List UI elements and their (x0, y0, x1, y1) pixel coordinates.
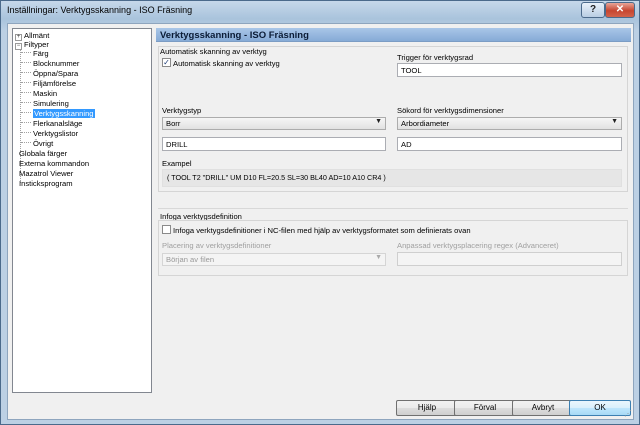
chevron-down-icon: ▼ (611, 118, 618, 125)
chevron-down-icon: ▼ (375, 254, 382, 261)
section-divider (158, 208, 628, 209)
tree-item-label: Globala färger (19, 149, 68, 158)
placement-label: Placering av verktygsdefinitioner (162, 241, 272, 250)
settings-page: Verktygsskanning - ISO Fräsning Automati… (156, 28, 631, 393)
page-title: Verktygsskanning - ISO Fräsning (156, 28, 631, 42)
example-text: ( TOOL T2 "DRILL" UM D10 FL=20.5 SL=30 B… (167, 173, 386, 182)
resize-grip-icon[interactable]: ⋰ (624, 409, 632, 418)
default-button[interactable]: Förval (454, 400, 516, 416)
tree-item-farg[interactable]: Färg (33, 49, 49, 59)
collapse-icon[interactable]: − (15, 43, 22, 50)
window-title: Inställningar: Verktygsskanning - ISO Fr… (7, 5, 193, 15)
tree-item-label: Övrigt (33, 139, 54, 148)
dialog-client-area: + Allmänt − Filtyper Färg Blocknummer Öppn… (7, 23, 634, 420)
tooltype-label: Verktygstyp (162, 106, 202, 115)
tree-item-label: Blocknummer (33, 59, 80, 68)
example-label: Exampel (162, 159, 192, 168)
tree-item-verktygslistor[interactable]: Verktygslistor (33, 129, 78, 139)
insert-checkbox-label[interactable]: Infoga verktygsdefinitioner i NC-filen m… (173, 226, 471, 235)
auto-scan-section-label: Automatisk skanning av verktyg (160, 47, 267, 56)
regex-input[interactable] (397, 252, 622, 266)
tree-item-externa-kommandon[interactable]: Externa kommandon (19, 159, 89, 169)
tree-item-label: Simulering (33, 99, 69, 108)
insert-checkbox[interactable] (162, 225, 171, 234)
tree-item-globala-farger[interactable]: Globala färger (19, 149, 67, 159)
searchword-select[interactable]: Arbordiameter ▼ (397, 117, 622, 130)
placement-selected: Början av filen (166, 255, 215, 264)
placement-select[interactable]: Början av filen ▼ (162, 253, 386, 266)
help-button[interactable]: Hjälp (396, 400, 458, 416)
trigger-input[interactable]: TOOL (397, 63, 622, 77)
tree-item-verktygsskanning[interactable]: Verktygsskanning (33, 109, 95, 119)
tree-item-label: Flerkanalsläge (33, 119, 83, 128)
auto-scan-checkbox[interactable]: ✓ (162, 58, 171, 67)
tree-item-blocknummer[interactable]: Blocknummer (33, 59, 79, 69)
close-button[interactable]: ✕ (605, 2, 635, 18)
tree-item-mazatrol-viewer[interactable]: Mazatrol Viewer (19, 169, 73, 179)
tree-item-flerkanalslage[interactable]: Flerkanalsläge (33, 119, 82, 129)
tree-item-label: Insticksprogram (19, 179, 73, 188)
auto-scan-checkbox-label[interactable]: Automatisk skanning av verktyg (173, 59, 280, 68)
settings-dialog: Inställningar: Verktygsskanning - ISO Fr… (0, 0, 640, 425)
example-box: ( TOOL T2 "DRILL" UM D10 FL=20.5 SL=30 B… (162, 169, 622, 187)
title-bar: Inställningar: Verktygsskanning - ISO Fr… (1, 1, 639, 21)
tree-item-simulering[interactable]: Simulering (33, 99, 69, 109)
tooltype-select[interactable]: Borr ▼ (162, 117, 386, 130)
settings-tree[interactable]: + Allmänt − Filtyper Färg Blocknummer Öppn… (12, 28, 152, 393)
tree-item-label: Maskin (33, 89, 58, 98)
regex-label: Anpassad verktygsplacering regex (Advanc… (397, 241, 559, 250)
tree-item-label: Verktygsskanning (33, 109, 95, 118)
chevron-down-icon: ▼ (375, 118, 382, 125)
tree-item-label: Öppna/Spara (33, 69, 79, 78)
tree-item-label: Filjämförelse (33, 79, 77, 88)
title-help-button[interactable]: ? (581, 2, 605, 18)
tree-item-label: Färg (33, 49, 49, 58)
tree-item-label: Externa kommandon (19, 159, 90, 168)
cancel-button[interactable]: Avbryt (512, 400, 574, 416)
tree-item-oppna-spara[interactable]: Öppna/Spara (33, 69, 78, 79)
ok-button[interactable]: OK (569, 400, 631, 416)
tree-item-insticksprogram[interactable]: Insticksprogram (19, 179, 73, 189)
tooltype-selected: Borr (166, 119, 181, 128)
tree-item-label: Verktygslistor (33, 129, 79, 138)
tree-item-filjamforelse[interactable]: Filjämförelse (33, 79, 76, 89)
tree-item-label: Allmänt (24, 31, 50, 40)
searchword-text-input[interactable]: AD (397, 137, 622, 151)
tree-item-label: Mazatrol Viewer (19, 169, 74, 178)
tooltype-text-input[interactable]: DRILL (162, 137, 386, 151)
tree-item-label: Filtyper (24, 40, 49, 49)
tree-item-ovrigt[interactable]: Övrigt (33, 139, 53, 149)
searchword-label: Sökord för verktygsdimensioner (397, 106, 504, 115)
tree-item-maskin[interactable]: Maskin (33, 89, 57, 99)
trigger-label: Trigger för verktygsrad (397, 53, 474, 62)
searchword-selected: Arbordiameter (401, 119, 450, 128)
